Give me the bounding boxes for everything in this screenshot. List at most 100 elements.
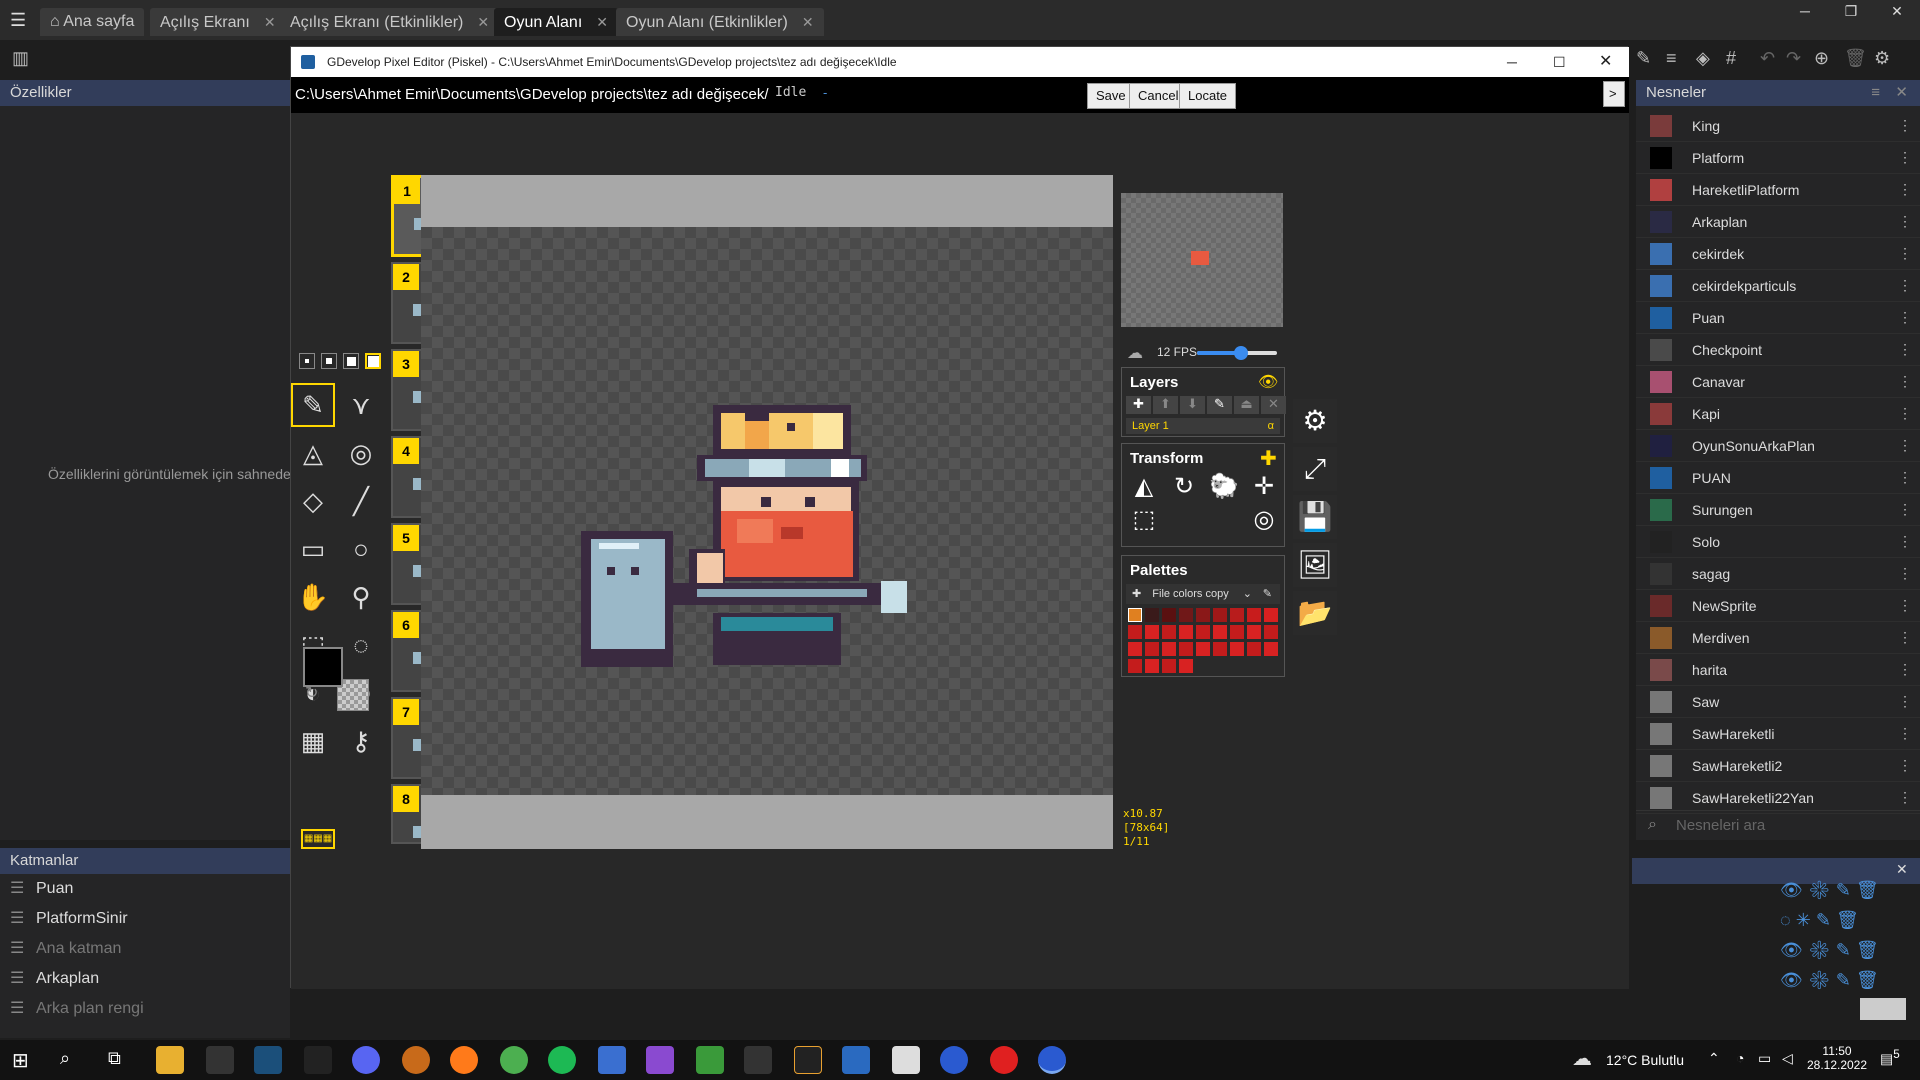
more-vertical-icon[interactable]: ⋮: [1890, 309, 1920, 326]
tab-oyun-alani[interactable]: Oyun Alanı ✕: [494, 8, 619, 36]
more-vertical-icon[interactable]: ⋮: [1890, 437, 1920, 454]
eye-icon[interactable]: 👁: [1258, 372, 1278, 392]
add-layer-icon[interactable]: ✚: [1126, 396, 1151, 414]
background-color-swatch[interactable]: [1860, 998, 1906, 1020]
drawing-canvas-area[interactable]: [421, 175, 1113, 849]
palette-color-swatch[interactable]: [1196, 608, 1210, 622]
discord-icon[interactable]: [352, 1046, 380, 1074]
delete-icon[interactable]: 🗑: [1836, 910, 1859, 930]
palette-color-swatch[interactable]: [1247, 642, 1261, 656]
ldplayer-icon[interactable]: [794, 1046, 822, 1074]
redo-icon[interactable]: ↷: [1786, 48, 1801, 69]
firefox-icon[interactable]: [450, 1046, 478, 1074]
layer-row[interactable]: ☰ Arkaplan: [0, 964, 290, 994]
task-view-icon[interactable]: ⧉: [108, 1048, 121, 1069]
gdevelop-active-icon[interactable]: [1038, 1046, 1066, 1074]
more-vertical-icon[interactable]: ⋮: [1890, 757, 1920, 774]
open-folder-icon[interactable]: 📂: [1293, 591, 1337, 635]
search-input[interactable]: Nesneleri ara: [1676, 817, 1765, 834]
object-row[interactable]: Arkaplan ⋮: [1636, 206, 1920, 238]
delete-icon[interactable]: 🗑: [1856, 940, 1879, 960]
chrome-icon[interactable]: [500, 1046, 528, 1074]
paint-bucket-tool-icon[interactable]: ◬: [291, 431, 335, 475]
palette-color-swatch[interactable]: [1264, 625, 1278, 639]
more-vertical-icon[interactable]: ⋮: [1890, 341, 1920, 358]
primary-color[interactable]: [303, 647, 343, 687]
locate-button[interactable]: Locate: [1179, 83, 1237, 109]
close-icon[interactable]: ✕: [477, 14, 489, 30]
export-image-icon[interactable]: 🖼: [1293, 543, 1337, 587]
object-row[interactable]: PUAN ⋮: [1636, 462, 1920, 494]
edit-icon[interactable]: ✎: [1836, 970, 1851, 990]
palette-color-swatch[interactable]: [1128, 659, 1142, 673]
object-row[interactable]: King ⋮: [1636, 110, 1920, 142]
panels-icon[interactable]: ▥: [12, 48, 29, 69]
amazon-games-icon[interactable]: [304, 1046, 332, 1074]
pen-size-1[interactable]: [299, 353, 315, 369]
objects-search[interactable]: ⌕ Nesneleri ara: [1636, 810, 1920, 840]
palette-color-swatch[interactable]: [1179, 659, 1193, 673]
layer-row[interactable]: ☰ PlatformSinir: [0, 904, 290, 934]
file-name-input[interactable]: Idle: [775, 85, 806, 100]
resize-icon[interactable]: ⤢: [1293, 447, 1337, 491]
more-vertical-icon[interactable]: ⋮: [1890, 565, 1920, 582]
close-icon[interactable]: ✕: [1896, 861, 1908, 878]
palette-color-swatch[interactable]: [1196, 642, 1210, 656]
palette-color-swatch[interactable]: [1196, 625, 1210, 639]
fps-slider[interactable]: [1197, 346, 1277, 360]
keyboard-icon[interactable]: ▦▦▦: [301, 829, 335, 849]
app-icon[interactable]: [402, 1046, 430, 1074]
close-window-icon[interactable]: ✕: [1874, 0, 1920, 22]
filter-icon[interactable]: ≡: [1871, 80, 1880, 106]
layer-item[interactable]: Layer 1 α: [1126, 418, 1280, 434]
object-row[interactable]: cekirdek ⋮: [1636, 238, 1920, 270]
palette-color-swatch[interactable]: [1213, 608, 1227, 622]
pen-size-2[interactable]: [321, 353, 337, 369]
crop-icon[interactable]: ⬚: [1124, 505, 1164, 534]
close-icon[interactable]: ✕: [596, 14, 608, 30]
eye-icon[interactable]: 👁: [1780, 970, 1803, 990]
tray-chevron-icon[interactable]: ⌃: [1708, 1050, 1720, 1067]
restore-icon[interactable]: ❐: [1828, 0, 1874, 22]
volume-icon[interactable]: ◁: [1782, 1050, 1793, 1067]
save-icon[interactable]: 💾: [1293, 495, 1337, 539]
edit-icon[interactable]: ✎: [1836, 940, 1851, 960]
object-row[interactable]: Surungen ⋮: [1636, 494, 1920, 526]
maximize-icon[interactable]: ☐: [1553, 47, 1566, 77]
move-layer-down-icon[interactable]: ⬇: [1180, 396, 1205, 414]
opera-icon[interactable]: [990, 1046, 1018, 1074]
target-icon[interactable]: ✳: [1808, 970, 1831, 990]
object-row[interactable]: SawHareketli2 ⋮: [1636, 750, 1920, 782]
move-tool-icon[interactable]: ✋: [291, 575, 335, 619]
object-row[interactable]: Merdiven ⋮: [1636, 622, 1920, 654]
align-center-icon[interactable]: ✛: [1244, 472, 1284, 501]
drag-handle-icon[interactable]: ☰: [10, 964, 26, 994]
eye-icon[interactable]: 👁: [1780, 880, 1803, 900]
more-vertical-icon[interactable]: ⋮: [1890, 181, 1920, 198]
color-picker-tool-icon[interactable]: ⚷: [339, 719, 383, 763]
object-row[interactable]: harita ⋮: [1636, 654, 1920, 686]
swap-colors-icon[interactable]: ↻: [305, 683, 318, 703]
tab-home[interactable]: ⌂ Ana sayfa: [40, 8, 145, 36]
pen-size-4[interactable]: [365, 353, 381, 369]
flip-icon[interactable]: ◭: [1124, 472, 1164, 501]
settings-icon[interactable]: ⚙: [1874, 48, 1890, 69]
close-icon[interactable]: ✕: [1895, 80, 1908, 106]
steam-icon[interactable]: [254, 1046, 282, 1074]
close-icon[interactable]: ✕: [802, 14, 814, 30]
expand-button[interactable]: >: [1603, 81, 1625, 107]
delete-icon[interactable]: 🗑: [1856, 970, 1879, 990]
save-button[interactable]: Save: [1087, 83, 1135, 109]
more-vertical-icon[interactable]: ⋮: [1890, 469, 1920, 486]
palette-color-swatch[interactable]: [1247, 608, 1261, 622]
palette-color-swatch[interactable]: [1162, 608, 1176, 622]
palette-color-swatch[interactable]: [1213, 625, 1227, 639]
lasso-select-tool-icon[interactable]: ◌: [339, 623, 383, 667]
eraser-tool-icon[interactable]: ◇: [291, 479, 335, 523]
palette-color-swatch[interactable]: [1162, 625, 1176, 639]
windows-start-icon[interactable]: ⊞: [12, 1048, 29, 1073]
target-icon[interactable]: ✳: [1808, 940, 1831, 960]
close-icon[interactable]: ✕: [264, 14, 276, 30]
palette-color-swatch[interactable]: [1128, 625, 1142, 639]
object-row[interactable]: NewSprite ⋮: [1636, 590, 1920, 622]
